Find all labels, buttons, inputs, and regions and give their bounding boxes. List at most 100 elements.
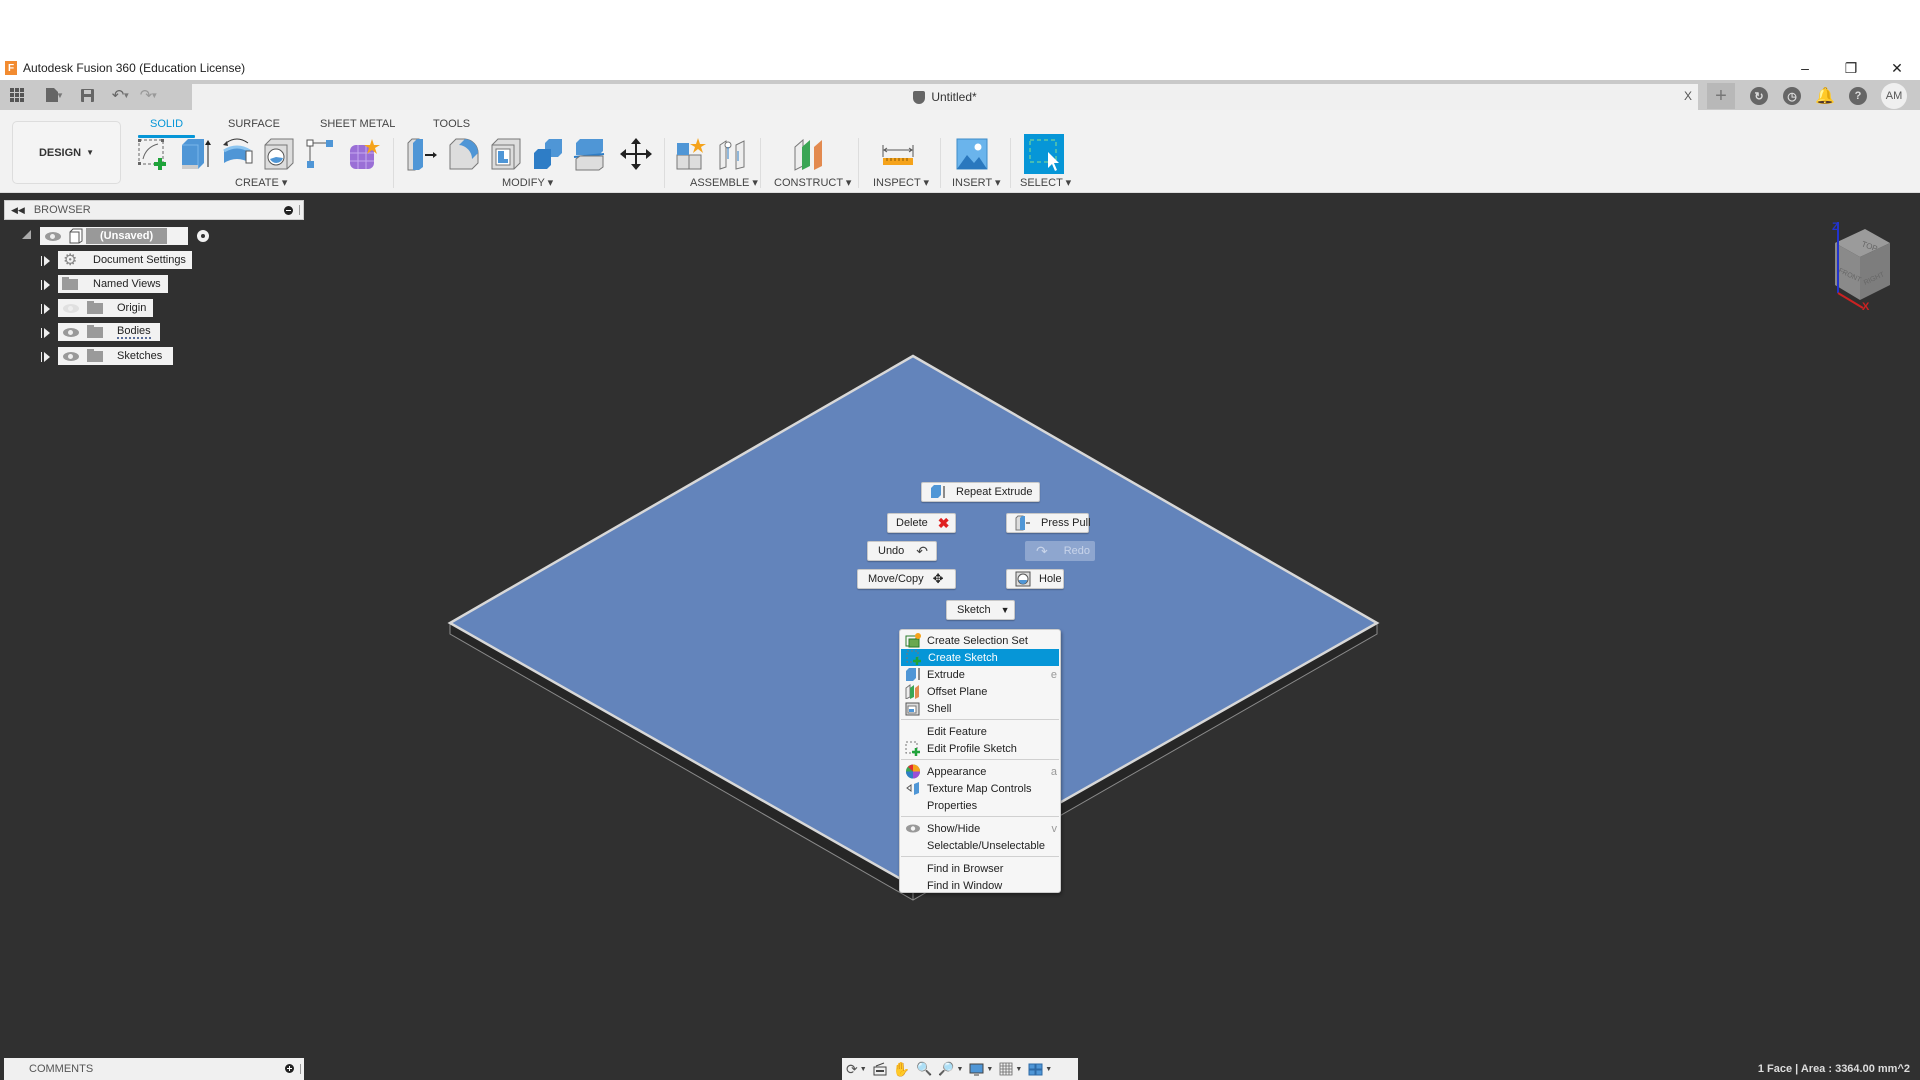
- context-menu-item-texture-map-controls[interactable]: Texture Map Controls: [900, 780, 1060, 797]
- browser-options-button[interactable]: [284, 205, 293, 215]
- new-tab-button[interactable]: +: [1707, 83, 1735, 109]
- extrude-tool[interactable]: [178, 137, 212, 171]
- visibility-eye-icon[interactable]: [63, 327, 79, 337]
- zoom-button[interactable]: 🔍: [916, 1060, 932, 1078]
- view-cube[interactable]: TOP FRONT RIGHT Z X: [1815, 220, 1895, 313]
- context-menu-item-find-in-browser[interactable]: Find in Browser: [900, 860, 1060, 877]
- fillet-tool[interactable]: [447, 137, 481, 171]
- offset-plane-tool[interactable]: [792, 137, 826, 171]
- fit-button[interactable]: 🔎 ▼: [938, 1060, 963, 1078]
- document-tab[interactable]: Untitled* X: [192, 84, 1698, 110]
- visibility-hidden-eye-icon[interactable]: [63, 303, 79, 313]
- context-menu-item-find-in-window[interactable]: Find in Window: [900, 877, 1060, 894]
- joint-tool[interactable]: [716, 137, 750, 171]
- move-copy-button[interactable]: Move/Copy ✥: [857, 569, 956, 589]
- undo-button[interactable]: ↶ ▼: [110, 84, 132, 106]
- display-settings-button[interactable]: ▼: [969, 1060, 993, 1078]
- expand-toggle[interactable]: [40, 255, 50, 267]
- user-avatar[interactable]: AM: [1881, 83, 1907, 109]
- browser-item-document-settings[interactable]: ⚙ Document Settings: [58, 251, 192, 269]
- insert-image-tool[interactable]: [955, 137, 989, 171]
- menu-separator: [901, 719, 1059, 720]
- create-group-menu[interactable]: CREATE ▾: [235, 176, 287, 189]
- hole-button[interactable]: Hole: [1006, 569, 1064, 589]
- expand-toggle[interactable]: [40, 327, 50, 339]
- browser-item-origin[interactable]: Origin: [58, 299, 153, 317]
- grid-settings-button[interactable]: ▼: [999, 1060, 1022, 1078]
- panel-grip[interactable]: [300, 1064, 302, 1074]
- create-sketch-tool[interactable]: [136, 137, 170, 171]
- split-body-tool[interactable]: [573, 137, 607, 171]
- job-status-icon[interactable]: ◷: [1783, 87, 1801, 105]
- tab-surface[interactable]: SURFACE: [228, 118, 280, 130]
- expand-toggle[interactable]: [40, 351, 50, 363]
- expand-toggle[interactable]: [40, 303, 50, 315]
- activate-component-radio[interactable]: [196, 229, 210, 243]
- pan-button[interactable]: ✋: [893, 1060, 910, 1078]
- revolve-tool[interactable]: [220, 137, 254, 171]
- help-icon[interactable]: ?: [1849, 87, 1867, 105]
- context-menu-item-edit-profile-sketch[interactable]: Edit Profile Sketch: [900, 740, 1060, 757]
- press-pull-button[interactable]: Press Pull: [1006, 513, 1091, 533]
- select-group-menu[interactable]: SELECT ▾: [1020, 176, 1071, 189]
- browser-root-node[interactable]: (Unsaved): [40, 227, 210, 245]
- context-menu-item-show-hide[interactable]: Show/Hide v: [900, 820, 1060, 837]
- new-component-tool[interactable]: [674, 137, 708, 171]
- tab-sheet-metal[interactable]: SHEET METAL: [320, 118, 395, 130]
- minimize-button[interactable]: –: [1782, 56, 1828, 80]
- assemble-group-menu[interactable]: ASSEMBLE ▾: [690, 176, 758, 189]
- context-menu-item-appearance[interactable]: Appearance a: [900, 763, 1060, 780]
- hole-tool[interactable]: [262, 137, 296, 171]
- context-menu-item-properties[interactable]: Properties: [900, 797, 1060, 814]
- sketch-dropdown-button[interactable]: Sketch ▼: [946, 600, 1015, 620]
- workspace-switcher[interactable]: DESIGN ▼: [12, 121, 121, 184]
- context-menu-item-selectable-unselectable[interactable]: Selectable/Unselectable: [900, 837, 1060, 854]
- context-menu-item-create-sketch[interactable]: Create Sketch: [901, 649, 1059, 666]
- browser-item-bodies[interactable]: Bodies: [58, 323, 160, 341]
- notifications-bell-icon[interactable]: 🔔: [1815, 87, 1835, 105]
- undo-marking-button[interactable]: Undo ↶: [867, 541, 937, 561]
- viewports-button[interactable]: ▼: [1028, 1060, 1052, 1078]
- move-copy-tool[interactable]: [619, 137, 653, 171]
- delete-button[interactable]: Delete ✖: [887, 513, 956, 533]
- create-form-tool[interactable]: [346, 137, 380, 171]
- restore-button[interactable]: ❐: [1828, 56, 1874, 80]
- construct-group-menu[interactable]: CONSTRUCT ▾: [774, 176, 851, 189]
- collapse-panel-icon[interactable]: ◀◀: [11, 205, 25, 216]
- close-button[interactable]: ✕: [1874, 56, 1920, 80]
- look-at-button[interactable]: [873, 1060, 887, 1078]
- insert-group-menu[interactable]: INSERT ▾: [952, 176, 1001, 189]
- press-pull-tool[interactable]: [405, 137, 439, 171]
- context-menu-item-offset-plane[interactable]: Offset Plane: [900, 683, 1060, 700]
- close-tab-button[interactable]: X: [1684, 89, 1692, 103]
- tab-tools[interactable]: TOOLS: [433, 118, 470, 130]
- browser-item-sketches[interactable]: Sketches: [58, 347, 173, 365]
- add-comment-button[interactable]: [285, 1064, 294, 1073]
- file-menu-button[interactable]: ▼: [44, 84, 66, 106]
- context-menu-item-shell[interactable]: Shell: [900, 700, 1060, 717]
- measure-tool[interactable]: [881, 137, 915, 171]
- save-button[interactable]: [76, 84, 98, 106]
- visibility-eye-icon[interactable]: [63, 351, 79, 361]
- tab-solid[interactable]: SOLID: [137, 118, 196, 138]
- modify-group-menu[interactable]: MODIFY ▾: [502, 176, 553, 189]
- select-tool[interactable]: [1024, 134, 1064, 174]
- panel-grip[interactable]: [299, 205, 301, 215]
- orbit-button[interactable]: ⟳ ▼: [846, 1060, 867, 1078]
- expand-toggle[interactable]: [40, 279, 50, 291]
- shell-tool[interactable]: [489, 137, 523, 171]
- pattern-tool[interactable]: [304, 137, 338, 171]
- redo-button[interactable]: ↷ ▼: [138, 84, 160, 106]
- visibility-eye-icon[interactable]: [45, 231, 61, 241]
- browser-item-named-views[interactable]: Named Views: [58, 275, 168, 293]
- context-menu-item-edit-feature[interactable]: Edit Feature: [900, 723, 1060, 740]
- repeat-extrude-button[interactable]: Repeat Extrude: [921, 482, 1040, 502]
- context-menu-item-extrude[interactable]: Extrude e: [900, 666, 1060, 683]
- context-menu-item-create-selection-set[interactable]: Create Selection Set: [900, 632, 1060, 649]
- extensions-icon[interactable]: ↻: [1750, 87, 1768, 105]
- combine-tool[interactable]: [531, 137, 565, 171]
- collapse-root-toggle[interactable]: [22, 230, 32, 242]
- comments-panel[interactable]: COMMENTS: [4, 1058, 304, 1080]
- apps-grid-icon[interactable]: [6, 84, 28, 106]
- inspect-group-menu[interactable]: INSPECT ▾: [873, 176, 929, 189]
